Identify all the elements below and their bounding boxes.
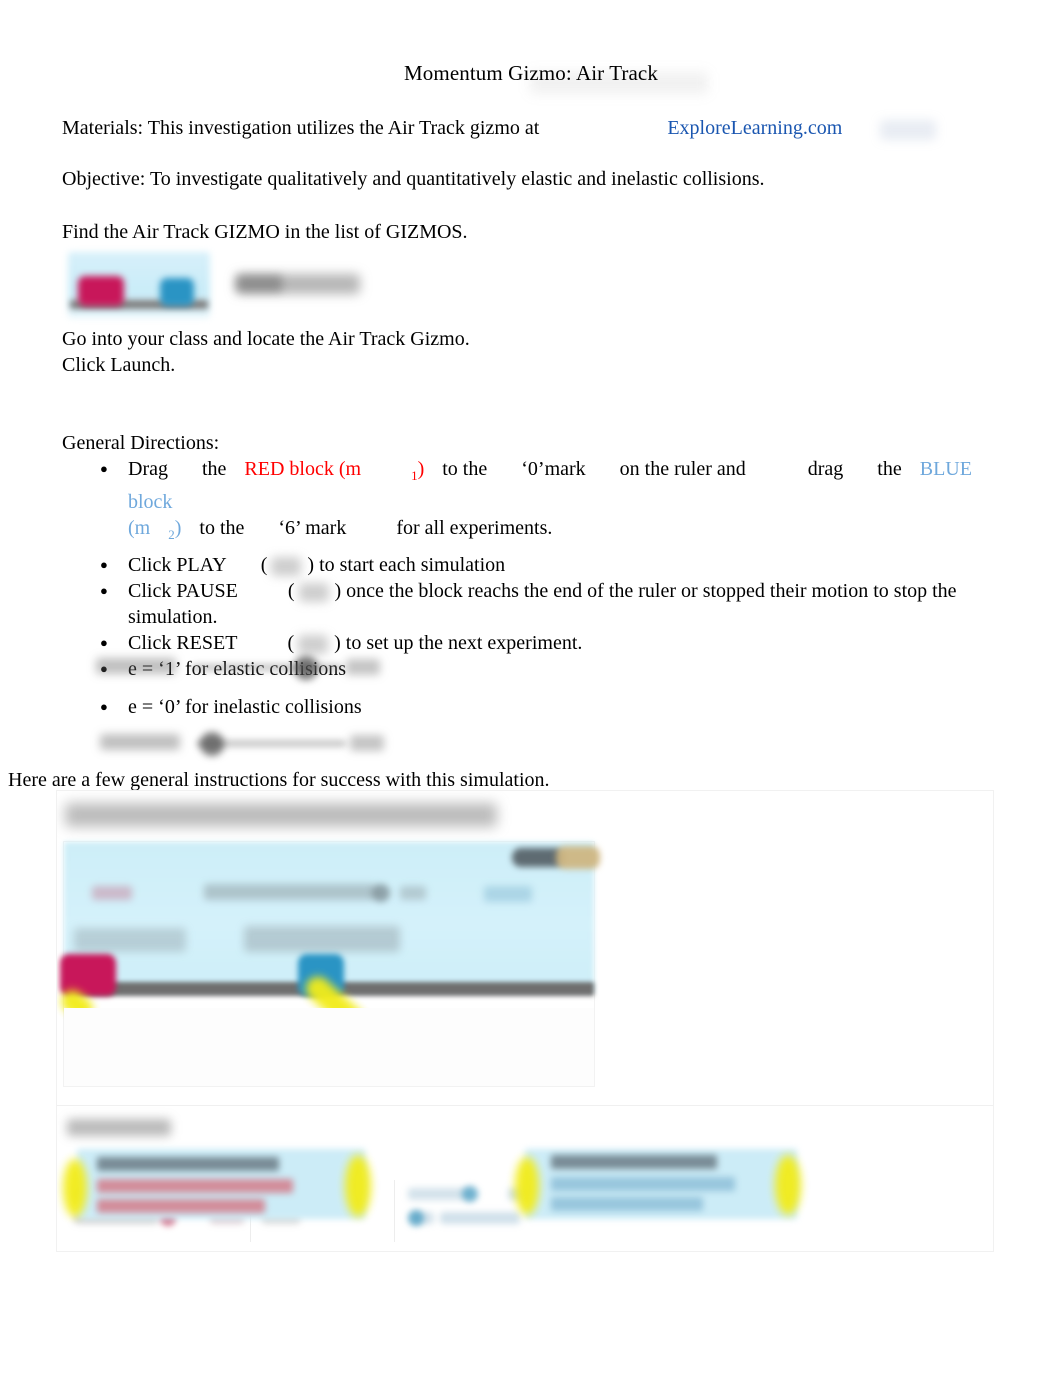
red-block-paren-close: ) [417,458,425,480]
click-pause-label: Click PAUSE [128,580,238,602]
sim-red-label-blur [92,886,132,900]
sim-control-row-b2 [74,928,186,952]
callout-right-highlight-end [775,1155,801,1215]
slider-knob [294,656,318,680]
slider-rail [192,664,342,671]
list-item-click-play: Click PLAY ( ) to start each simulation [100,551,1015,578]
list-item-click-pause: Click PAUSE ( ) once the block reachs the … [100,577,1015,630]
go-to-class-paragraph: Go into your class and locate the Air Tr… [62,328,470,350]
the-word-2: the [877,458,902,480]
sim-control-knob-a [372,884,390,902]
page-title: Momentum Gizmo: Air Track [404,61,658,85]
mark-zero: ‘0’mark [521,458,586,480]
paren-open-pause: ( [287,580,295,602]
click-play-suffix: ) to start each simulation [307,554,506,576]
gizmo-simulation-panel [57,841,600,1242]
thumbnail-blue-block [160,278,194,306]
blue-block-m: (m [128,517,151,539]
sim-blue-label-blur [484,886,532,902]
play-button-icon [267,559,307,574]
slider-label-blur [96,658,176,674]
link-highlight-smudge [880,120,936,140]
general-directions-list: DragtheRED block (m1)to the‘0’markon the… [62,455,1015,682]
drag-word-2: drag [807,458,844,480]
materials-paragraph: Materials: This investigation utilizes t… [62,115,842,141]
callout-left-line-3 [97,1199,265,1213]
on-the-ruler: on the ruler and [619,458,746,480]
mark-six: ‘6’ mark [278,517,347,539]
screenshot-heading-blur [65,803,497,827]
click-play-label: Click PLAY [128,554,227,576]
screenshot-callouts [57,1115,993,1251]
thumbnail-title-blur-2 [236,275,282,292]
drag-word: Drag [128,458,168,480]
sim-toolbar-pill-accent [556,846,600,869]
thumbnail-red-block [78,276,124,306]
screenshot-divider [57,1105,993,1106]
explorelearning-link[interactable]: ExploreLearning.com [667,117,842,139]
to-the-2: to the [199,517,245,539]
callout-right-line-1 [551,1155,717,1169]
elasticity-slider-screenshot-elastic [96,650,380,686]
sim-control-row-b [244,926,400,952]
to-the-1: to the [442,458,488,480]
elasticity-slider-screenshot-inelastic [100,726,384,762]
general-directions-heading: General Directions: [62,432,220,454]
callout-right-line-3 [551,1197,703,1211]
the-word-1: the [201,458,227,480]
slider-label-blur-2 [100,734,180,750]
blue-block-paren-close: ) [174,517,182,539]
callout-right-highlight-start [515,1157,539,1215]
red-block-label: RED block (m [244,458,362,480]
list-item-inelastic: e = ‘0’ for inelastic collisions [100,693,1015,720]
click-pause-suffix: ) once the block reachs the end of the r… [334,580,957,602]
callout-left-highlight-start [63,1159,87,1217]
air-track-thumbnail[interactable] [68,252,448,320]
sim-control-value-a [400,886,426,900]
document-page: Momentum Gizmo: Air Track Materials: Thi… [0,0,1062,1377]
callout-right-line-2 [551,1177,735,1191]
callout-heading-blur [67,1119,171,1136]
paren-open-play: ( [260,554,268,576]
click-launch-paragraph: Click Launch. [62,354,176,376]
materials-text: Materials: This investigation utilizes t… [62,117,540,139]
slider-knob-2 [200,732,224,756]
find-gizmo-paragraph: Find the Air Track GIZMO in the list of … [62,221,468,243]
pause-button-icon [295,585,335,600]
general-directions-list-2: e = ‘0’ for inelastic collisions [62,693,1015,720]
click-pause-suffix-2: simulation. [128,606,218,628]
sim-control-row-a [204,884,376,900]
callout-left-line-2 [97,1179,293,1193]
list-item-drag-blocks: DragtheRED block (m1)to the‘0’markon the… [100,455,1015,548]
objective-paragraph: Objective: To investigate qualitatively … [62,168,765,190]
sim-controls-area [64,1008,594,1242]
instructions-screenshot [56,790,994,1252]
slider-value-blur [346,659,380,675]
callout-left-line-1 [97,1157,279,1171]
for-all-experiments: for all experiments. [396,517,553,539]
callout-left-highlight-end [345,1155,371,1217]
slider-value-blur-2 [350,735,384,751]
